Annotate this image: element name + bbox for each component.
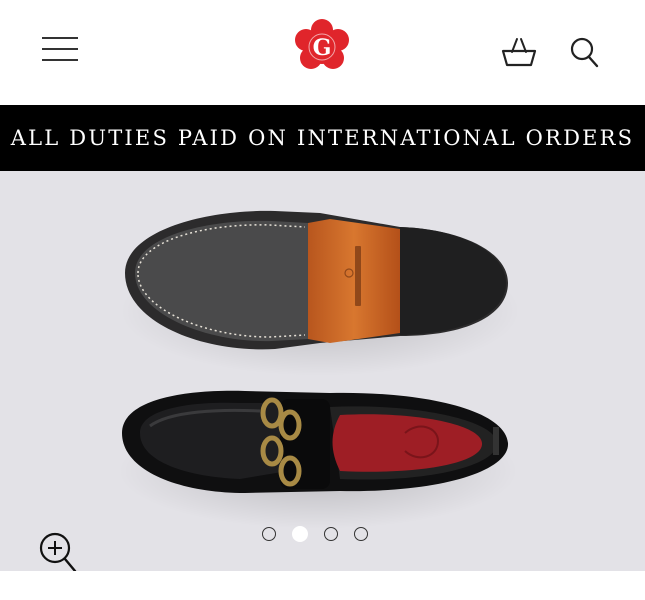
slide-dot[interactable] <box>354 527 368 541</box>
search-icon <box>570 37 599 68</box>
zoom-in-icon <box>39 532 77 571</box>
menu-button[interactable] <box>42 34 78 64</box>
basket-icon <box>501 38 537 67</box>
slide-dot[interactable] <box>324 527 338 541</box>
promo-banner: ALL DUTIES PAID ON INTERNATIONAL ORDERS <box>0 105 645 171</box>
search-button[interactable] <box>568 34 602 70</box>
rose-logo-icon: G <box>295 19 349 69</box>
product-image-gallery[interactable] <box>0 171 645 571</box>
basket-button[interactable] <box>500 34 538 70</box>
product-image <box>118 210 520 529</box>
slide-pagination <box>262 524 368 544</box>
slide-dot[interactable] <box>262 527 276 541</box>
promo-banner-text: ALL DUTIES PAID ON INTERNATIONAL ORDERS <box>10 126 635 150</box>
shoe-sole-image <box>125 210 508 350</box>
brand-logo[interactable]: G <box>290 16 354 80</box>
shoe-top-image <box>122 390 509 493</box>
zoom-button[interactable] <box>38 531 80 571</box>
logo-letter: G <box>313 35 332 61</box>
site-header: G <box>0 0 645 105</box>
page-content-below <box>0 571 645 600</box>
slide-dot-active[interactable] <box>292 526 308 542</box>
